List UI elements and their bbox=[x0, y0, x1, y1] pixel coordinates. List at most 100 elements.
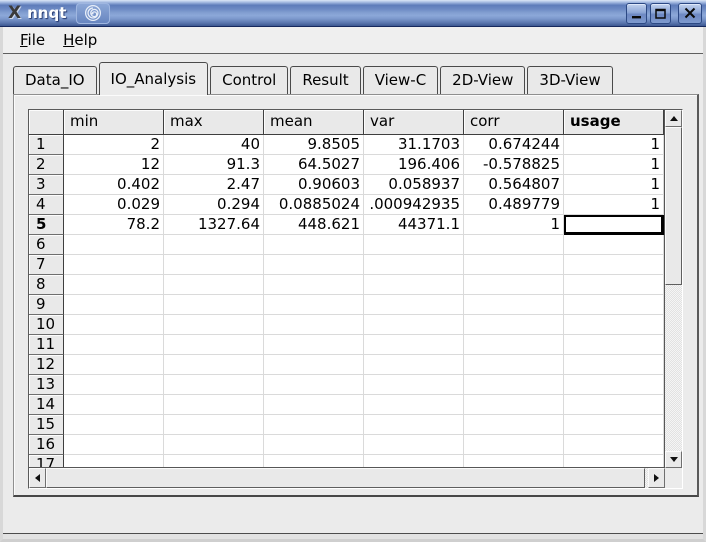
table-cell[interactable] bbox=[464, 295, 564, 315]
table-cell[interactable]: 0.402 bbox=[64, 175, 164, 195]
column-header-max[interactable]: max bbox=[164, 110, 264, 135]
table-cell[interactable]: 1 bbox=[564, 135, 664, 155]
table-cell[interactable] bbox=[64, 415, 164, 435]
table-cell[interactable] bbox=[564, 335, 664, 355]
row-header-cell[interactable]: 11 bbox=[29, 335, 64, 355]
table-cell[interactable] bbox=[564, 375, 664, 395]
table-cell[interactable]: 0.058937 bbox=[364, 175, 464, 195]
table-cell[interactable] bbox=[64, 315, 164, 335]
horizontal-scrollbar-thumb[interactable] bbox=[46, 468, 645, 488]
table-cell[interactable] bbox=[264, 275, 364, 295]
scroll-right-button[interactable] bbox=[648, 468, 665, 488]
table-cell[interactable] bbox=[64, 275, 164, 295]
tab-view-c[interactable]: View-C bbox=[363, 66, 438, 94]
table-cell[interactable] bbox=[364, 275, 464, 295]
table-cell[interactable]: 12 bbox=[64, 155, 164, 175]
table-cell[interactable]: 1 bbox=[564, 155, 664, 175]
row-header-cell[interactable]: 8 bbox=[29, 275, 64, 295]
row-header-cell[interactable]: 17 bbox=[29, 455, 64, 468]
scroll-down-button[interactable] bbox=[665, 451, 682, 468]
table-cell[interactable]: 0.90603 bbox=[264, 175, 364, 195]
table-cell[interactable] bbox=[264, 455, 364, 468]
table-cell[interactable]: 1327.64 bbox=[164, 215, 264, 235]
table-cell[interactable] bbox=[164, 335, 264, 355]
table-cell[interactable]: 91.3 bbox=[164, 155, 264, 175]
table-cell[interactable]: .000942935 bbox=[364, 195, 464, 215]
table-cell[interactable]: 0.674244 bbox=[464, 135, 564, 155]
menu-help[interactable]: Help bbox=[56, 29, 104, 51]
minimize-button[interactable] bbox=[626, 3, 647, 24]
tab-result[interactable]: Result bbox=[290, 66, 360, 94]
row-header-cell[interactable]: 3 bbox=[29, 175, 64, 195]
table-cell[interactable] bbox=[64, 235, 164, 255]
table-cell[interactable] bbox=[64, 435, 164, 455]
row-header-cell[interactable]: 16 bbox=[29, 435, 64, 455]
table-cell[interactable] bbox=[564, 295, 664, 315]
table-cell[interactable]: 78.2 bbox=[64, 215, 164, 235]
table-cell[interactable] bbox=[364, 295, 464, 315]
table-cell[interactable]: 1 bbox=[564, 175, 664, 195]
row-header-cell[interactable]: 2 bbox=[29, 155, 64, 175]
table-cell[interactable] bbox=[64, 455, 164, 468]
table-cell[interactable]: 0.029 bbox=[64, 195, 164, 215]
table-cell[interactable] bbox=[64, 375, 164, 395]
horizontal-scrollbar[interactable] bbox=[29, 468, 665, 488]
row-header-cell[interactable]: 1 bbox=[29, 135, 64, 155]
maximize-button[interactable] bbox=[650, 3, 671, 24]
table-cell[interactable] bbox=[264, 255, 364, 275]
table-cell[interactable] bbox=[464, 315, 564, 335]
table-cell[interactable] bbox=[364, 395, 464, 415]
table-cell[interactable] bbox=[64, 255, 164, 275]
corner-header-cell[interactable] bbox=[29, 110, 64, 135]
column-header-min[interactable]: min bbox=[64, 110, 164, 135]
row-header-cell[interactable]: 12 bbox=[29, 355, 64, 375]
table-cell[interactable] bbox=[264, 375, 364, 395]
table-cell[interactable]: 2.47 bbox=[164, 175, 264, 195]
table-cell[interactable] bbox=[464, 235, 564, 255]
table-cell[interactable] bbox=[464, 335, 564, 355]
scroll-up-button[interactable] bbox=[665, 110, 682, 127]
table-cell[interactable]: 64.5027 bbox=[264, 155, 364, 175]
table-cell[interactable]: 1 bbox=[564, 195, 664, 215]
table-cell[interactable]: 448.621 bbox=[264, 215, 364, 235]
table-cell[interactable] bbox=[64, 395, 164, 415]
table-cell[interactable] bbox=[264, 335, 364, 355]
table-cell[interactable] bbox=[164, 455, 264, 468]
row-header-cell[interactable]: 15 bbox=[29, 415, 64, 435]
row-header-cell[interactable]: 10 bbox=[29, 315, 64, 335]
table-cell[interactable] bbox=[564, 415, 664, 435]
table-cell[interactable] bbox=[564, 395, 664, 415]
table-cell[interactable] bbox=[264, 355, 364, 375]
table-cell[interactable]: 2 bbox=[64, 135, 164, 155]
table-cell[interactable] bbox=[564, 455, 664, 468]
table-cell[interactable] bbox=[564, 355, 664, 375]
table-cell[interactable]: 31.1703 bbox=[364, 135, 464, 155]
table-cell[interactable]: 0.564807 bbox=[464, 175, 564, 195]
table-cell[interactable] bbox=[364, 355, 464, 375]
table-cell[interactable] bbox=[164, 375, 264, 395]
tab-2d-view[interactable]: 2D-View bbox=[440, 66, 525, 94]
table-cell[interactable] bbox=[264, 395, 364, 415]
vertical-scrollbar-thumb[interactable] bbox=[665, 127, 682, 285]
table-cell[interactable] bbox=[264, 295, 364, 315]
tab-3d-view[interactable]: 3D-View bbox=[527, 66, 612, 94]
column-header-usage[interactable]: usage bbox=[564, 110, 664, 135]
current-cell[interactable] bbox=[564, 215, 664, 235]
table-cell[interactable] bbox=[264, 235, 364, 255]
column-header-var[interactable]: var bbox=[364, 110, 464, 135]
table-cell[interactable] bbox=[564, 315, 664, 335]
table-cell[interactable] bbox=[464, 415, 564, 435]
table-cell[interactable] bbox=[164, 275, 264, 295]
table-cell[interactable] bbox=[164, 415, 264, 435]
row-header-cell[interactable]: 13 bbox=[29, 375, 64, 395]
table-cell[interactable] bbox=[64, 335, 164, 355]
table-cell[interactable]: 44371.1 bbox=[364, 215, 464, 235]
table-cell[interactable] bbox=[364, 375, 464, 395]
table-cell[interactable] bbox=[464, 395, 564, 415]
tab-control[interactable]: Control bbox=[210, 66, 288, 94]
table-cell[interactable] bbox=[364, 235, 464, 255]
table-cell[interactable] bbox=[164, 355, 264, 375]
vertical-scrollbar[interactable] bbox=[665, 110, 682, 468]
table-cell[interactable] bbox=[64, 295, 164, 315]
table-cell[interactable] bbox=[564, 255, 664, 275]
